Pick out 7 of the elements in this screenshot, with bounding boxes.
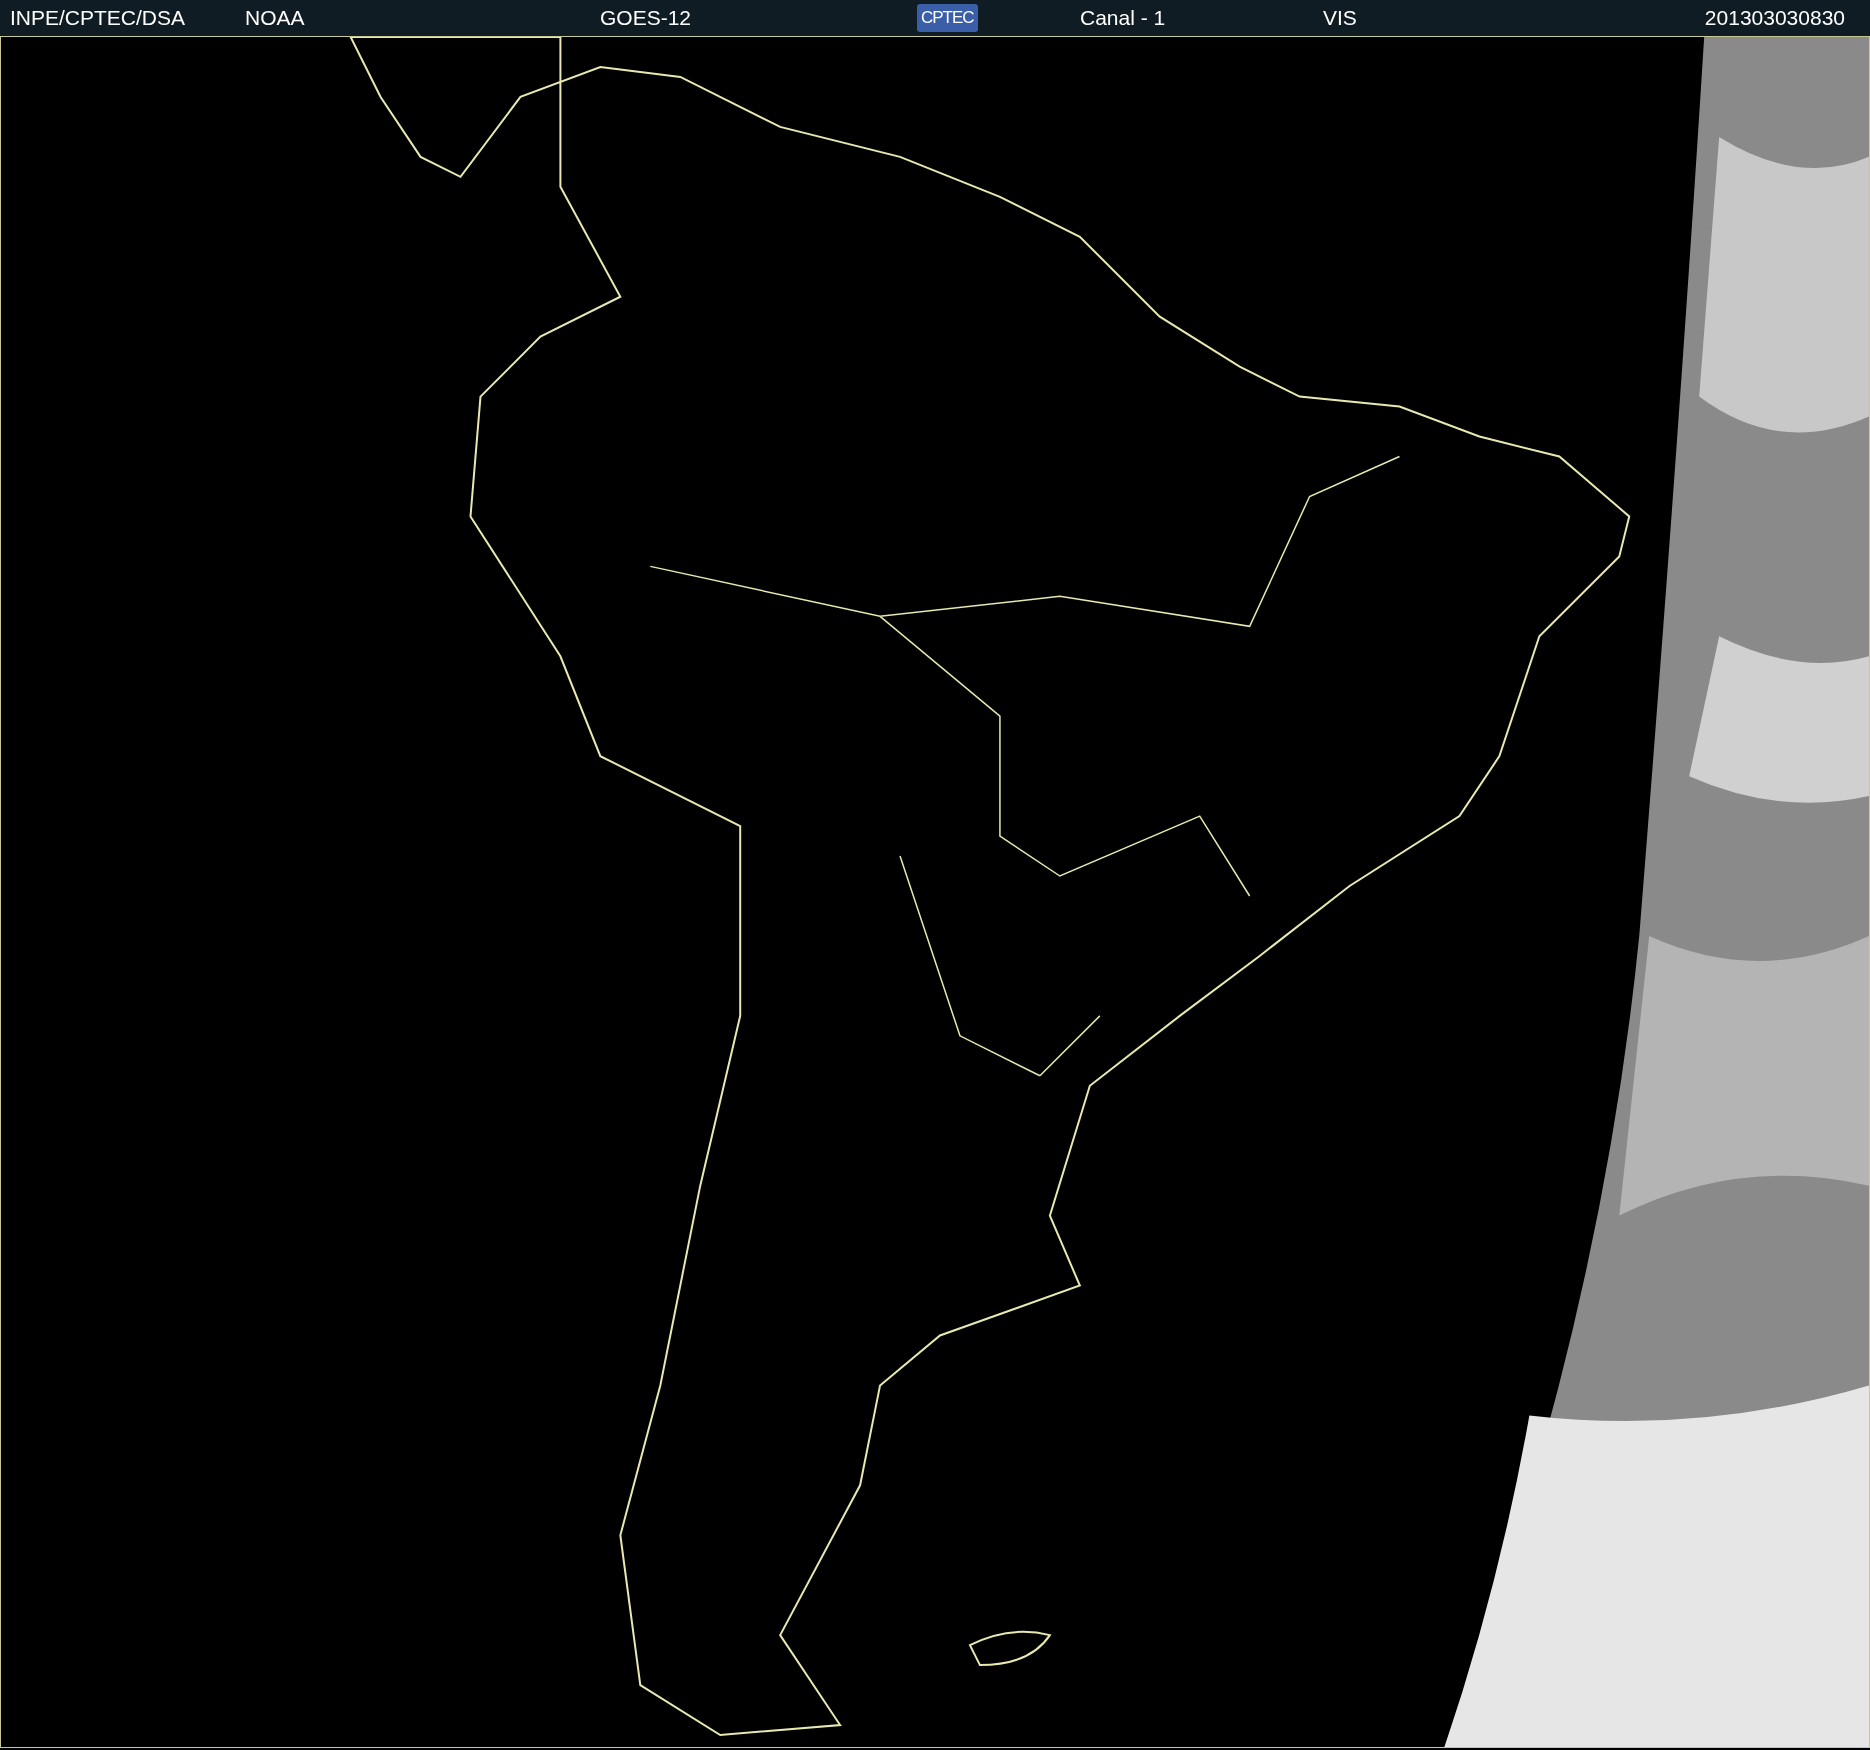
header-label: 201303030830 <box>1704 6 1845 29</box>
header-label: GOES-12 <box>600 6 692 29</box>
header-label: NOAA <box>245 6 305 29</box>
header-label: Canal - 1 <box>1080 6 1166 29</box>
logo: CPTEC <box>917 4 978 32</box>
header-label: VIS <box>1323 6 1357 29</box>
header-label: INPE/CPTEC/DSA <box>10 6 186 29</box>
